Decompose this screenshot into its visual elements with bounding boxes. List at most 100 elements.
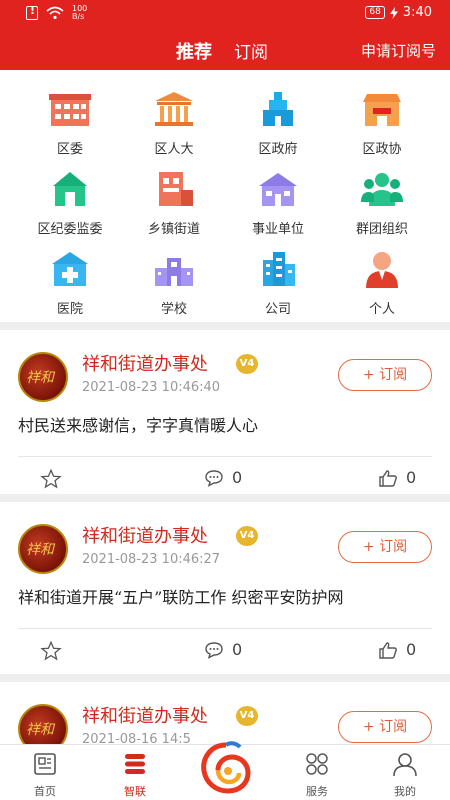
- category-item[interactable]: 乡镇街道: [118, 160, 230, 240]
- institution-house-icon: [259, 173, 297, 206]
- vip-badge: V4: [236, 526, 258, 546]
- category-item[interactable]: 个人: [326, 240, 438, 320]
- category-item[interactable]: 学校: [118, 240, 230, 320]
- divider: [18, 628, 432, 629]
- category-item[interactable]: 区人大: [118, 80, 230, 160]
- category-label: 区纪委监委: [37, 222, 103, 237]
- post-title[interactable]: 村民送来感谢信，字字真情暖人心: [18, 412, 258, 436]
- section-divider: [0, 494, 450, 502]
- nav-label: 智联: [124, 785, 146, 798]
- subscribe-button[interactable]: + 订阅: [338, 359, 432, 391]
- nav-mine[interactable]: 我的: [370, 751, 440, 799]
- post-author[interactable]: 祥和街道办事处: [82, 522, 208, 548]
- avatar[interactable]: 祥和: [18, 704, 68, 744]
- like-count: 0: [406, 468, 417, 487]
- congress-hall-icon: [155, 92, 193, 126]
- like-button[interactable]: 0: [378, 640, 416, 659]
- subscribe-button[interactable]: + 订阅: [338, 711, 432, 743]
- like-button[interactable]: 0: [378, 468, 416, 487]
- category-item[interactable]: 区政府: [222, 80, 334, 160]
- nav-label: 我的: [394, 785, 416, 798]
- apply-subscription-button[interactable]: 申请订阅号: [361, 40, 436, 61]
- star-icon[interactable]: [40, 640, 62, 662]
- person-icon: [366, 252, 398, 288]
- feed-tabs: 推荐 订阅: [176, 38, 268, 73]
- zhilian-icon: [125, 754, 145, 774]
- company-towers-icon: [263, 252, 295, 286]
- category-item[interactable]: 区委: [14, 80, 126, 160]
- post-card[interactable]: 祥和 祥和街道办事处 V4 2021-08-23 10:46:40 + 订阅 村…: [0, 330, 450, 502]
- comment-button[interactable]: 0: [204, 640, 242, 659]
- comment-icon: [205, 469, 223, 487]
- hospital-icon: [52, 252, 88, 286]
- consultative-building-icon: [363, 94, 401, 126]
- category-label: 区政协: [362, 142, 402, 157]
- comment-count: 0: [232, 640, 243, 659]
- category-item[interactable]: 事业单位: [222, 160, 334, 240]
- news-icon: [34, 753, 56, 775]
- nav-label: 服务: [306, 785, 328, 798]
- charging-icon: [389, 6, 398, 19]
- post-date: 2021-08-23 10:46:40: [82, 380, 221, 395]
- seal-logo-icon: 祥和: [26, 542, 54, 558]
- top-header: 100 B/s 68 3:40 推荐 订阅 申请订阅号: [0, 0, 450, 73]
- category-label: 医院: [56, 302, 83, 317]
- thumbs-up-icon: [379, 641, 397, 659]
- wifi-icon: [46, 6, 64, 20]
- center-logo-icon[interactable]: [196, 737, 256, 797]
- street-office-icon: [159, 172, 193, 206]
- post-card[interactable]: 祥和 祥和街道办事处 V4 2021-08-23 10:46:27 + 订阅 祥…: [0, 502, 450, 674]
- comment-icon: [205, 641, 223, 659]
- comment-button[interactable]: 0: [204, 468, 242, 487]
- post-date: 2021-08-16 14:5: [82, 732, 191, 744]
- government-office-icon: [263, 92, 293, 126]
- thumbs-up-icon: [379, 469, 397, 487]
- section-divider: [0, 322, 450, 330]
- battery-indicator: 68: [365, 6, 385, 19]
- nav-zhilian[interactable]: 智联: [100, 751, 170, 799]
- divider: [18, 456, 432, 457]
- subscribe-button[interactable]: + 订阅: [338, 531, 432, 563]
- comment-count: 0: [232, 468, 243, 487]
- post-author[interactable]: 祥和街道办事处: [82, 350, 208, 376]
- grid-services-icon: [306, 753, 328, 775]
- category-label: 学校: [160, 302, 187, 317]
- post-actions: 0 0: [0, 640, 450, 666]
- clock: 3:40: [402, 5, 432, 20]
- school-icon: [155, 258, 193, 286]
- category-item[interactable]: 公司: [222, 240, 334, 320]
- bottom-nav: 首页 智联 服务 我的: [0, 741, 450, 800]
- post-card[interactable]: 祥和 祥和街道办事处 V4 2021-08-16 14:5 + 订阅: [0, 682, 450, 744]
- category-label: 事业单位: [251, 222, 304, 237]
- avatar[interactable]: 祥和: [18, 352, 68, 402]
- status-bar: 100 B/s 68 3:40: [0, 0, 450, 28]
- vip-badge: V4: [236, 706, 258, 726]
- category-grid: 区委 区人大 区政府 区政协 区纪委监委 乡镇街道 事业单位 群团组织 医院 学…: [0, 80, 450, 320]
- tab-subscribed[interactable]: 订阅: [234, 38, 268, 63]
- category-label: 区委: [56, 142, 83, 157]
- discipline-house-icon: [53, 172, 87, 206]
- category-item[interactable]: 区政协: [326, 80, 438, 160]
- post-date: 2021-08-23 10:46:27: [82, 552, 221, 567]
- category-item[interactable]: 区纪委监委: [14, 160, 126, 240]
- network-speed: 100 B/s: [72, 4, 88, 21]
- seal-logo-icon: 祥和: [26, 370, 54, 386]
- category-item[interactable]: 医院: [14, 240, 126, 320]
- group-people-icon: [361, 173, 403, 206]
- section-divider: [0, 674, 450, 682]
- category-item[interactable]: 群团组织: [326, 160, 438, 240]
- category-label: 个人: [368, 302, 395, 317]
- vip-badge: V4: [236, 354, 258, 374]
- post-title[interactable]: 祥和街道开展“五户”联防工作 织密平安防护网: [18, 584, 343, 608]
- tab-recommend[interactable]: 推荐: [176, 38, 212, 73]
- nav-home[interactable]: 首页: [10, 751, 80, 799]
- star-icon[interactable]: [40, 468, 62, 490]
- nav-services[interactable]: 服务: [282, 751, 352, 799]
- like-count: 0: [406, 640, 417, 659]
- category-label: 区人大: [154, 142, 194, 157]
- post-author[interactable]: 祥和街道办事处: [82, 702, 208, 728]
- government-building-icon: [49, 94, 91, 126]
- category-label: 乡镇街道: [147, 222, 200, 237]
- category-label: 公司: [264, 302, 291, 317]
- avatar[interactable]: 祥和: [18, 524, 68, 574]
